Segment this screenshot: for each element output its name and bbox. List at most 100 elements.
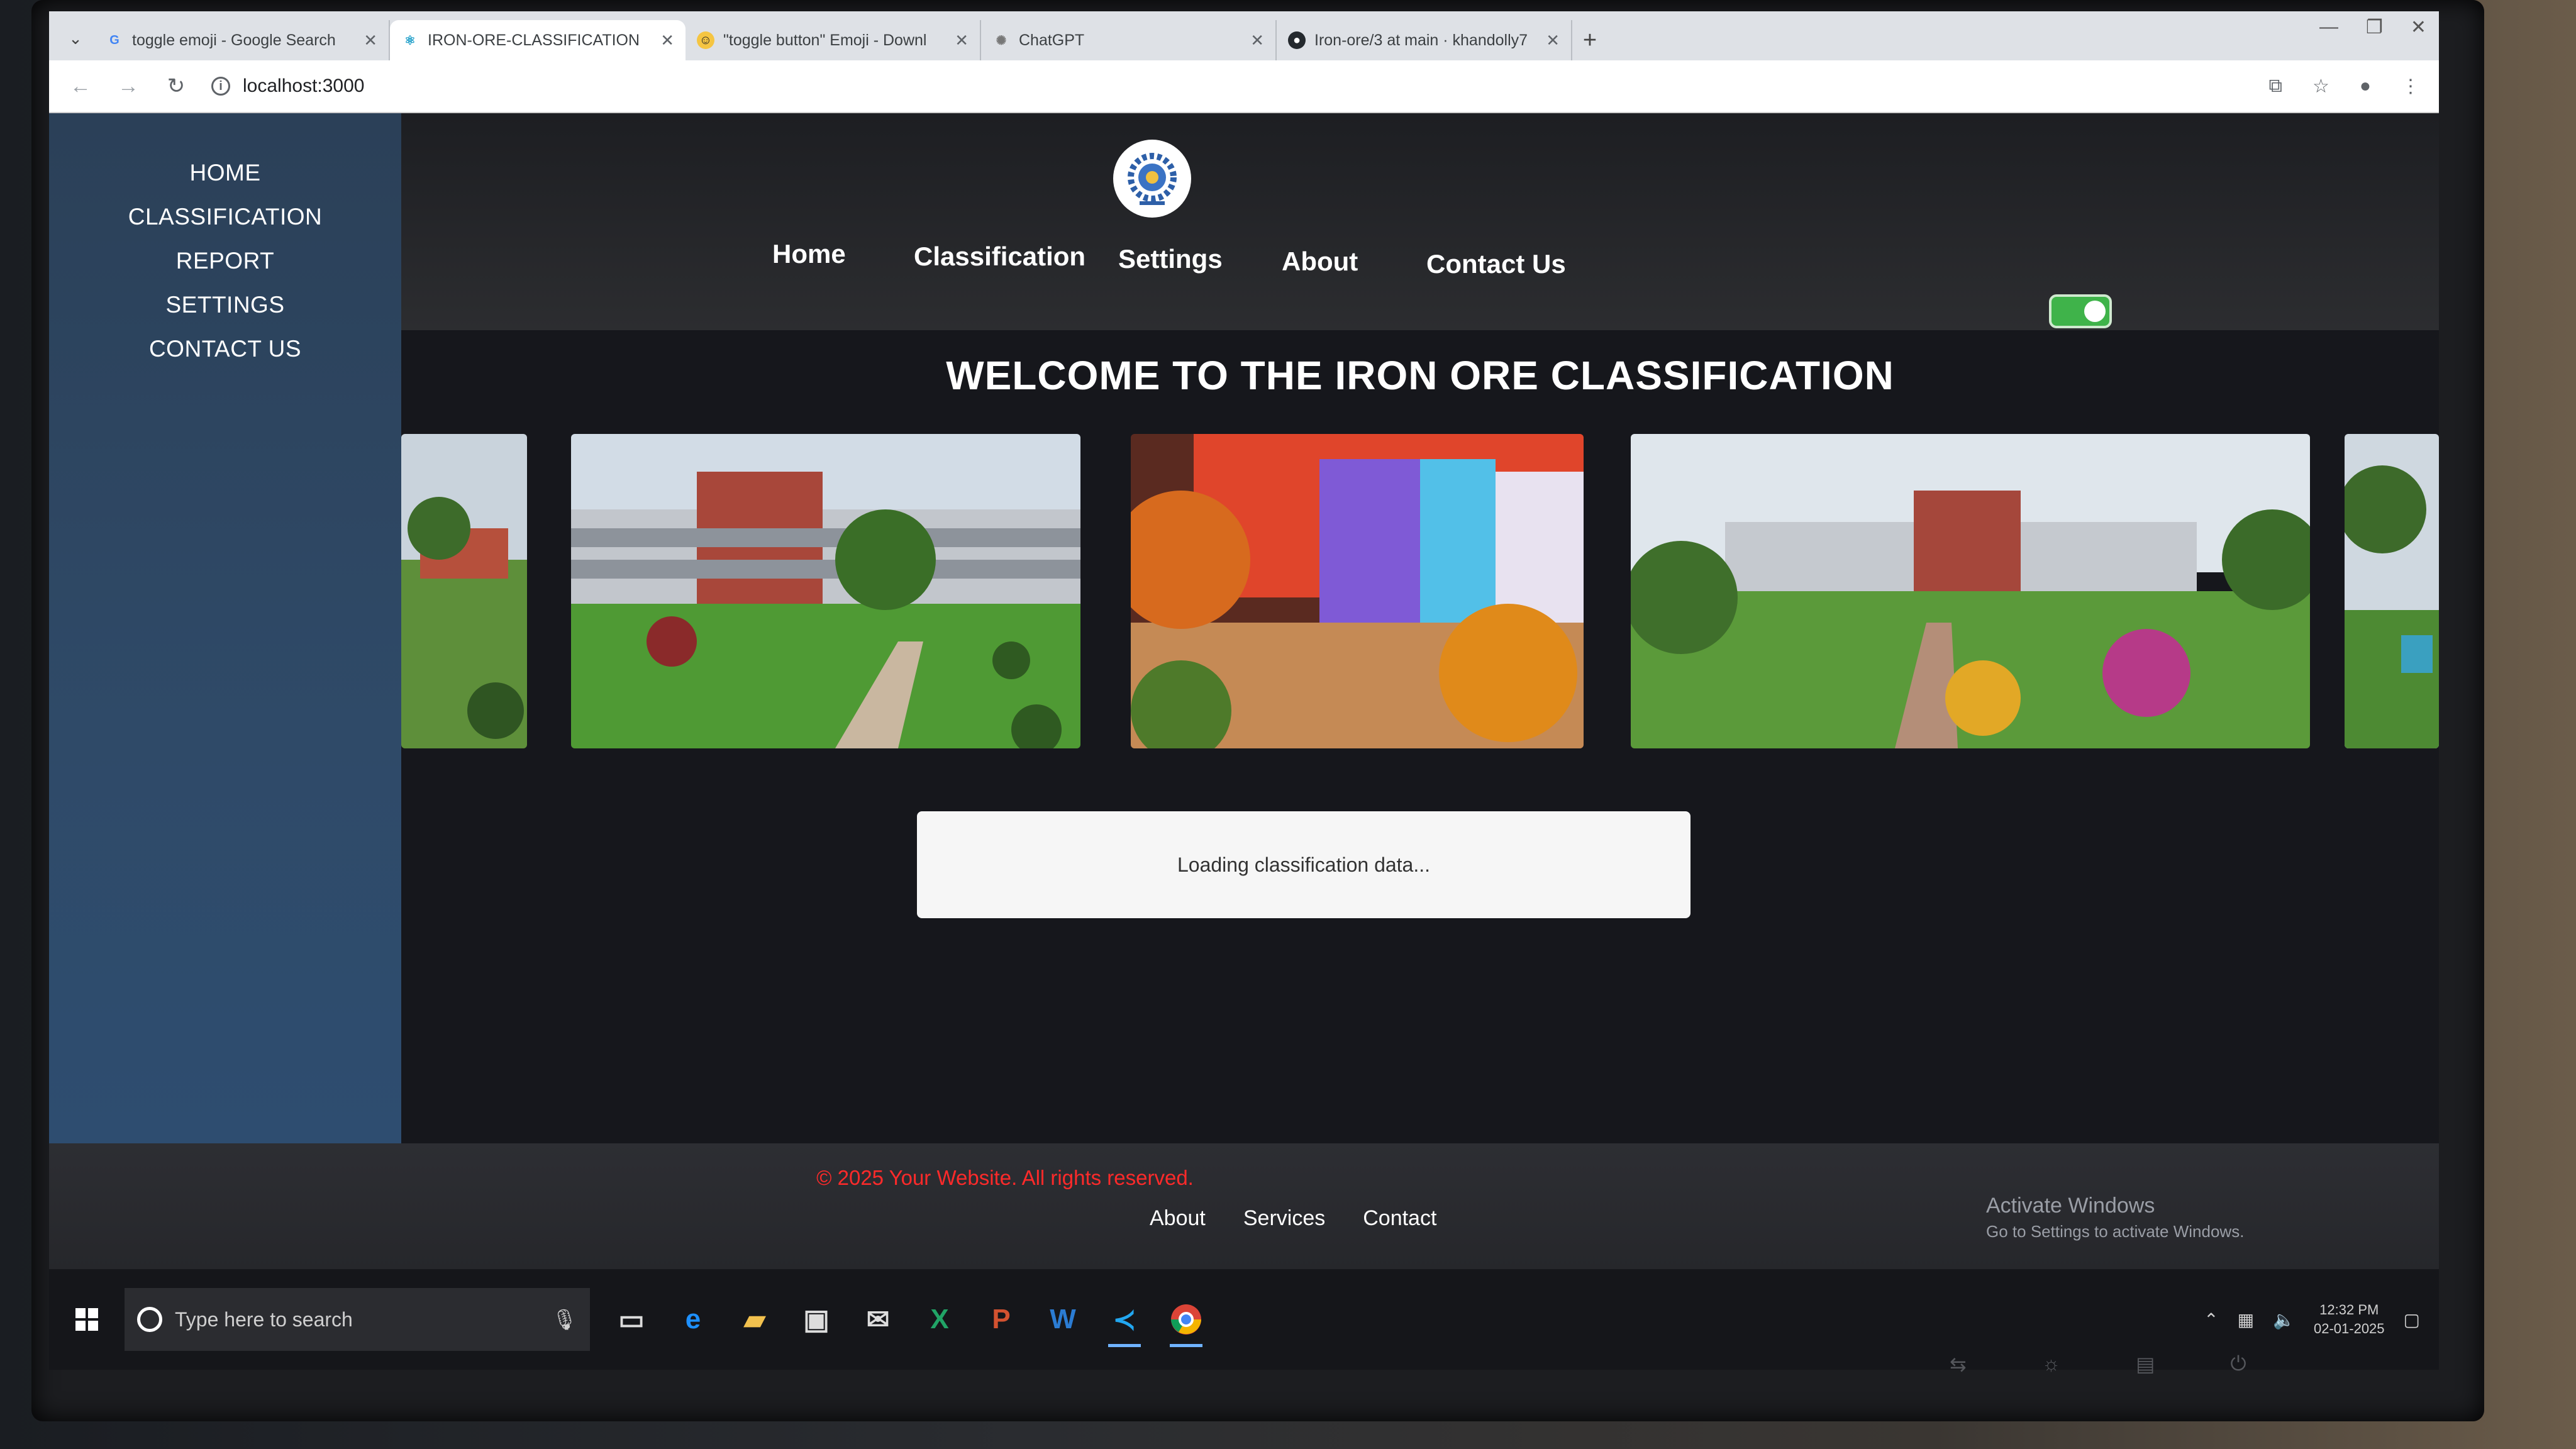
file-explorer-icon[interactable]: ▰: [732, 1288, 777, 1351]
input-source-icon[interactable]: ⇆: [1950, 1352, 1967, 1376]
react-icon: ⚛: [404, 33, 416, 48]
taskbar-search[interactable]: Type here to search 🎙: [125, 1288, 590, 1351]
campus-building-image: [571, 434, 1080, 748]
carousel-slide: [571, 434, 1080, 748]
image-carousel[interactable]: [401, 428, 2439, 755]
nav-home[interactable]: Home: [772, 239, 846, 269]
tab-github[interactable]: ● Iron-ore/3 at main · khandolly7 ✕: [1277, 20, 1572, 60]
new-tab-button[interactable]: +: [1572, 20, 1607, 60]
address-bar[interactable]: i localhost:3000: [211, 75, 364, 97]
copyright-text: © 2025 Your Website. All rights reserved…: [816, 1166, 1194, 1189]
tab-label: "toggle button" Emoji - Downl: [723, 31, 927, 49]
back-icon[interactable]: ←: [68, 74, 93, 99]
sidebar-item-classification[interactable]: CLASSIFICATION: [49, 195, 401, 239]
chevron-up-icon[interactable]: ⌃: [2204, 1309, 2218, 1330]
sidebar-item-home[interactable]: HOME: [49, 151, 401, 195]
activate-title: Activate Windows: [1986, 1194, 2155, 1218]
nav-settings[interactable]: Settings: [1118, 244, 1223, 274]
forward-icon[interactable]: →: [116, 74, 141, 99]
install-app-icon[interactable]: ⧉: [2269, 75, 2282, 97]
nav-about[interactable]: About: [1282, 247, 1358, 277]
tab-search-button[interactable]: ⌄: [57, 16, 94, 60]
carousel-slide: [1631, 434, 2310, 748]
power-icon[interactable]: ⏻: [2230, 1352, 2246, 1376]
close-tab-icon[interactable]: ✕: [364, 31, 377, 50]
footer-links: About Services Contact: [1150, 1206, 1436, 1231]
screen: ⌄ G toggle emoji - Google Search ✕ ⚛ IRO…: [49, 11, 2439, 1370]
footer-link-services[interactable]: Services: [1243, 1206, 1325, 1231]
chrome-logo-icon: [1171, 1304, 1201, 1335]
page-title: WELCOME TO THE IRON ORE CLASSIFICATION: [946, 353, 1894, 398]
volume-icon[interactable]: 🔈: [2273, 1309, 2295, 1330]
minimize-icon[interactable]: —: [2319, 16, 2338, 38]
powerpoint-icon[interactable]: P: [979, 1288, 1024, 1351]
campus-image: [2345, 434, 2439, 748]
toggle-knob: [2084, 301, 2106, 322]
reload-icon[interactable]: ↻: [164, 74, 189, 99]
google-icon: G: [109, 33, 119, 47]
tab-emoji-download[interactable]: ☺ "toggle button" Emoji - Downl ✕: [686, 20, 981, 60]
campus-image: [401, 434, 527, 748]
chrome-icon[interactable]: [1163, 1288, 1209, 1351]
close-window-icon[interactable]: ✕: [2411, 16, 2426, 38]
page-footer: © 2025 Your Website. All rights reserved…: [49, 1143, 2439, 1269]
close-tab-icon[interactable]: ✕: [660, 31, 674, 50]
monitor-buttons: ⇆ ☼ ▤ ⏻: [1950, 1352, 2246, 1376]
start-button[interactable]: [49, 1288, 125, 1351]
vscode-icon[interactable]: ≺: [1102, 1288, 1147, 1351]
top-navbar: Home Classification Settings About Conta…: [401, 113, 2439, 330]
close-tab-icon[interactable]: ✕: [955, 31, 969, 50]
campus-night-lights-image: [1131, 434, 1584, 748]
tab-iron-ore-classification[interactable]: ⚛ IRON-ORE-CLASSIFICATION ✕: [390, 20, 686, 60]
gear-emblem-icon: [1128, 153, 1177, 205]
menu-icon[interactable]: ▤: [2136, 1352, 2155, 1376]
tab-label: IRON-ORE-CLASSIFICATION: [428, 31, 640, 49]
menu-kebab-icon[interactable]: ⋮: [2401, 75, 2420, 97]
footer-link-about[interactable]: About: [1150, 1206, 1206, 1231]
sidebar-item-settings[interactable]: SETTINGS: [49, 283, 401, 327]
activate-subtitle: Go to Settings to activate Windows.: [1986, 1222, 2245, 1241]
nav-classification[interactable]: Classification: [914, 242, 1085, 272]
nav-contact-us[interactable]: Contact Us: [1426, 249, 1566, 279]
activate-windows-watermark: Activate Windows Go to Settings to activ…: [1986, 1194, 2244, 1241]
clock-time: 12:32 PM: [2319, 1302, 2379, 1318]
edge-icon[interactable]: e: [670, 1288, 716, 1351]
word-icon[interactable]: W: [1040, 1288, 1085, 1351]
close-tab-icon[interactable]: ✕: [1250, 31, 1264, 50]
restore-icon[interactable]: ❐: [2366, 16, 2383, 38]
carousel-slide: [2345, 434, 2439, 748]
window-controls: — ❐ ✕: [2319, 16, 2426, 38]
tab-chatgpt[interactable]: ✺ ChatGPT ✕: [981, 20, 1277, 60]
mail-icon[interactable]: ✉: [855, 1288, 901, 1351]
institute-logo: [1113, 140, 1191, 218]
brightness-icon[interactable]: ☼: [2042, 1352, 2060, 1376]
loading-message: Loading classification data...: [917, 811, 1690, 918]
clock[interactable]: 12:32 PM 02-01-2025: [2314, 1301, 2385, 1338]
github-icon: ●: [1288, 31, 1306, 49]
sidebar-item-report[interactable]: REPORT: [49, 239, 401, 283]
microphone-icon[interactable]: 🎙: [552, 1307, 577, 1331]
bookmark-star-icon[interactable]: ☆: [2312, 75, 2329, 97]
sidebar-item-contact-us[interactable]: CONTACT US: [49, 327, 401, 371]
info-icon[interactable]: i: [211, 77, 230, 96]
tab-label: ChatGPT: [1019, 31, 1085, 49]
tab-strip: ⌄ G toggle emoji - Google Search ✕ ⚛ IRO…: [49, 11, 2439, 60]
footer-link-contact[interactable]: Contact: [1363, 1206, 1436, 1231]
system-tray: ⌃ ▦ 🔈 12:32 PM 02-01-2025 ▢: [2204, 1301, 2420, 1338]
excel-icon[interactable]: X: [917, 1288, 962, 1351]
tab-google-search[interactable]: G toggle emoji - Google Search ✕: [94, 20, 390, 60]
sidebar: HOME CLASSIFICATION REPORT SETTINGS CONT…: [49, 113, 401, 1143]
notifications-icon[interactable]: ▢: [2404, 1309, 2420, 1330]
top-nav-links: Home Classification Settings About Conta…: [401, 239, 2439, 289]
search-placeholder: Type here to search: [175, 1307, 353, 1331]
clock-date: 02-01-2025: [2313, 1321, 2385, 1336]
theme-toggle[interactable]: [2049, 294, 2112, 328]
network-icon[interactable]: ▦: [2238, 1309, 2254, 1330]
carousel-slide: [401, 434, 527, 748]
profile-icon[interactable]: ●: [2360, 75, 2371, 97]
tab-label: Iron-ore/3 at main · khandolly7: [1314, 31, 1528, 49]
store-icon[interactable]: ▣: [794, 1288, 839, 1351]
close-tab-icon[interactable]: ✕: [1546, 31, 1560, 50]
chatgpt-icon: ✺: [996, 33, 1007, 48]
task-view-icon[interactable]: ▭: [609, 1288, 654, 1351]
